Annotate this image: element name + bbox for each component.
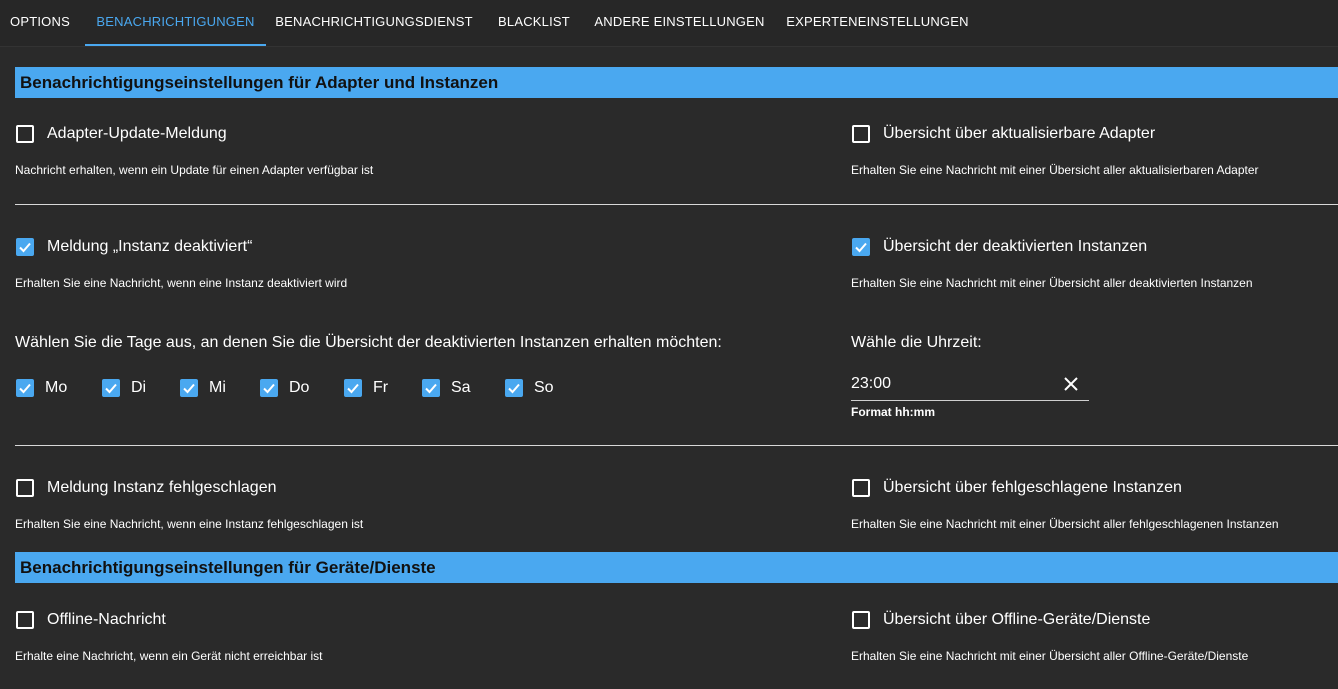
tab-bar: OPTIONS BENACHRICHTIGUNGEN BENACHRICHTIG… xyxy=(0,0,1338,47)
offline-overview-checkbox[interactable]: Übersicht über Offline-Geräte/Dienste xyxy=(852,609,1150,631)
days-prompt: Wählen Sie die Tage aus, an denen Sie di… xyxy=(15,334,722,351)
checkbox-icon xyxy=(16,479,34,497)
checkbox-checked-icon xyxy=(422,379,440,397)
helper-text: Erhalten Sie eine Nachricht mit einer Üb… xyxy=(851,276,1253,290)
day-checkbox-do[interactable]: Do xyxy=(260,377,309,399)
checkbox-label: Übersicht über Offline-Geräte/Dienste xyxy=(883,611,1151,628)
checkbox-checked-icon xyxy=(102,379,120,397)
helper-text: Erhalten Sie eine Nachricht mit einer Üb… xyxy=(851,649,1249,663)
tab-experteneinstellungen[interactable]: EXPERTENEINSTELLUNGEN xyxy=(780,0,975,44)
day-label: Di xyxy=(131,379,147,396)
instance-failed-checkbox[interactable]: Meldung Instanz fehlgeschlagen xyxy=(16,477,277,499)
adapter-overview-checkbox[interactable]: Übersicht über aktualisierbare Adapter xyxy=(852,123,1155,145)
helper-text: Erhalten Sie eine Nachricht, wenn eine I… xyxy=(15,276,348,290)
checkbox-icon xyxy=(852,479,870,497)
checkbox-checked-icon xyxy=(16,238,34,256)
checkbox-checked-icon xyxy=(505,379,523,397)
day-label: Sa xyxy=(451,379,471,396)
failed-overview-checkbox[interactable]: Übersicht über fehlgeschlagene Instanzen xyxy=(852,477,1182,499)
section-header-adapters: Benachrichtigungseinstellungen für Adapt… xyxy=(15,67,1338,98)
divider xyxy=(15,204,1338,205)
deactivated-overview-checkbox[interactable]: Übersicht der deaktivierten Instanzen xyxy=(852,236,1147,258)
checkbox-label: Meldung Instanz fehlgeschlagen xyxy=(47,479,277,496)
helper-text: Nachricht erhalten, wenn ein Update für … xyxy=(15,163,374,177)
time-label: Wähle die Uhrzeit: xyxy=(851,334,982,351)
checkbox-label: Offline-Nachricht xyxy=(47,611,166,628)
tab-benachrichtigungsdienst[interactable]: BENACHRICHTIGUNGSDIENST xyxy=(270,0,478,44)
day-label: Do xyxy=(289,379,310,396)
tab-andere-einstellungen[interactable]: ANDERE EINSTELLUNGEN xyxy=(588,0,771,44)
checkbox-checked-icon xyxy=(16,379,34,397)
checkbox-label: Übersicht über fehlgeschlagene Instanzen xyxy=(883,479,1182,496)
checkbox-icon xyxy=(16,611,34,629)
helper-text: Erhalte eine Nachricht, wenn ein Gerät n… xyxy=(15,649,323,663)
time-format-hint: Format hh:mm xyxy=(851,405,935,419)
day-label: So xyxy=(534,379,554,396)
checkbox-checked-icon xyxy=(852,238,870,256)
divider xyxy=(15,445,1338,446)
checkbox-icon xyxy=(852,125,870,143)
checkbox-icon xyxy=(852,611,870,629)
checkbox-checked-icon xyxy=(260,379,278,397)
day-checkbox-fr[interactable]: Fr xyxy=(344,377,388,399)
day-checkbox-sa[interactable]: Sa xyxy=(422,377,471,399)
time-input[interactable] xyxy=(851,372,1051,396)
tab-options[interactable]: OPTIONS xyxy=(0,0,80,44)
adapter-update-checkbox[interactable]: Adapter-Update-Meldung xyxy=(16,123,227,145)
offline-message-checkbox[interactable]: Offline-Nachricht xyxy=(16,609,166,631)
instance-deactivated-checkbox[interactable]: Meldung „Instanz deaktiviert“ xyxy=(16,236,252,258)
helper-text: Erhalten Sie eine Nachricht, wenn eine I… xyxy=(15,517,364,531)
checkbox-checked-icon xyxy=(180,379,198,397)
time-field xyxy=(851,370,1089,401)
day-label: Mo xyxy=(45,379,68,396)
day-label: Mi xyxy=(209,379,226,396)
day-label: Fr xyxy=(373,379,389,396)
day-checkbox-mi[interactable]: Mi xyxy=(180,377,226,399)
day-checkbox-mo[interactable]: Mo xyxy=(16,377,67,399)
checkbox-checked-icon xyxy=(344,379,362,397)
tab-benachrichtigungen[interactable]: BENACHRICHTIGUNGEN xyxy=(85,0,266,46)
close-icon[interactable] xyxy=(1061,374,1081,394)
checkbox-label: Meldung „Instanz deaktiviert“ xyxy=(47,238,253,255)
day-checkbox-so[interactable]: So xyxy=(505,377,554,399)
helper-text: Erhalten Sie eine Nachricht mit einer Üb… xyxy=(851,517,1279,531)
checkbox-icon xyxy=(16,125,34,143)
checkbox-label: Übersicht über aktualisierbare Adapter xyxy=(883,125,1156,142)
day-checkbox-di[interactable]: Di xyxy=(102,377,146,399)
checkbox-label: Übersicht der deaktivierten Instanzen xyxy=(883,238,1148,255)
helper-text: Erhalten Sie eine Nachricht mit einer Üb… xyxy=(851,163,1259,177)
checkbox-label: Adapter-Update-Meldung xyxy=(47,125,227,142)
tab-blacklist[interactable]: BLACKLIST xyxy=(488,0,580,44)
section-header-devices: Benachrichtigungseinstellungen für Gerät… xyxy=(15,552,1338,583)
